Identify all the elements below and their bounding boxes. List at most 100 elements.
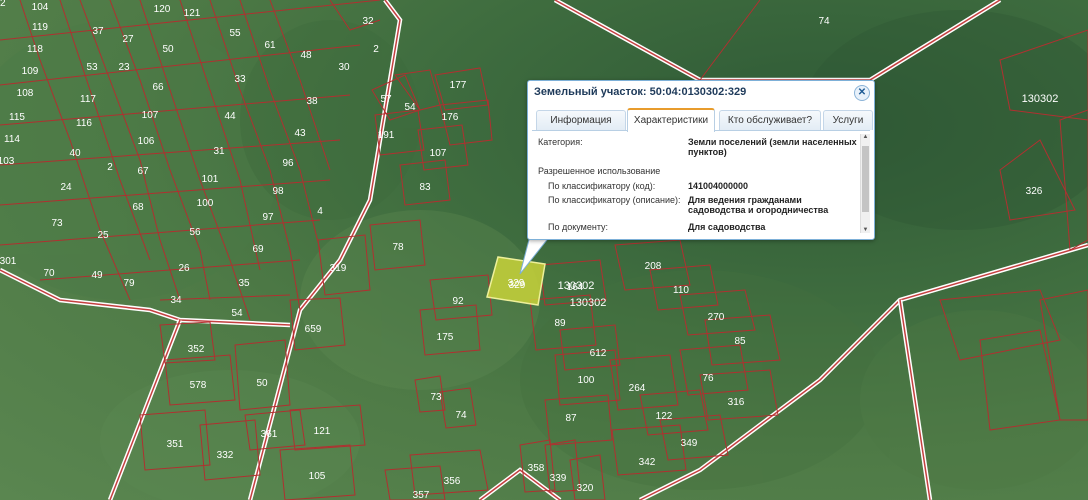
plot-number-label: 34: [170, 295, 182, 306]
plot-number-label: 105: [309, 471, 326, 482]
plot-number-label: 35: [238, 278, 250, 289]
plot-number-label: 43: [294, 128, 306, 139]
plot-number-label: 49: [91, 270, 103, 281]
plot-number-label: 74: [818, 16, 830, 27]
tab-information[interactable]: Информация: [536, 110, 626, 130]
plot-number-label: 352: [188, 344, 205, 355]
plot-number-label: 107: [142, 110, 159, 121]
plot-number-label: 109: [22, 66, 39, 77]
plot-number-label: 78: [392, 242, 404, 253]
classifier-desc-value: Для ведения гражданами садоводства и ого…: [688, 195, 829, 215]
plot-number-label: 208: [645, 261, 662, 272]
plot-number-label: 104: [32, 2, 49, 13]
plot-number-label: 270: [708, 312, 725, 323]
cadastral-quarter-label: 130302: [1022, 93, 1059, 105]
plot-number-label: 612: [590, 348, 607, 359]
popup-scrollbar[interactable]: ▲ ▼: [860, 134, 870, 233]
category-label: Категория:: [538, 137, 583, 147]
plot-number-label: 339: [550, 473, 567, 484]
classifier-code-value: 141004000000: [688, 181, 749, 191]
plot-number-label: 73: [430, 392, 442, 403]
plot-number-label: 52: [0, 0, 6, 9]
plot-number-label: 578: [190, 380, 207, 391]
selected-plot-label: 329: [508, 278, 525, 289]
plot-number-label: 50: [162, 44, 174, 55]
permitted-use-label: Разрешенное использование: [538, 166, 661, 176]
plot-number-label: 97: [262, 212, 274, 223]
plot-number-label: 33: [234, 74, 246, 85]
plot-number-label: 115: [9, 112, 25, 123]
plot-number-label: 4: [317, 206, 323, 217]
cadastral-quarter-label: 130302: [570, 297, 607, 309]
plot-number-label: 85: [734, 336, 746, 347]
plot-number-label: 92: [452, 296, 464, 307]
plot-number-label: 117: [80, 94, 96, 105]
tab-services[interactable]: Услуги: [823, 110, 873, 130]
scroll-down-icon[interactable]: ▼: [861, 227, 870, 233]
plot-number-label: 50: [256, 378, 268, 389]
plot-number-label: 73: [51, 218, 63, 229]
plot-number-label: 38: [306, 96, 318, 107]
plot-number-label: 74: [455, 410, 467, 421]
plot-number-label: 191: [378, 130, 395, 141]
plot-number-label: 118: [27, 44, 43, 55]
category-value: Земли поселений (земли населенных пункто…: [688, 137, 857, 157]
plot-number-label: 121: [314, 426, 331, 437]
plot-number-label: 32: [362, 16, 374, 27]
plot-number-label: 70: [43, 268, 55, 279]
tab-characteristics[interactable]: Характеристики: [627, 108, 715, 132]
plot-number-label: 326: [1026, 186, 1043, 197]
plot-number-label: 68: [132, 202, 144, 213]
plot-number-label: 98: [272, 186, 284, 197]
plot-number-label: 27: [122, 34, 134, 45]
plot-number-label: 358: [528, 463, 545, 474]
plot-number-label: 100: [197, 198, 214, 209]
plot-number-label: 349: [681, 438, 698, 449]
plot-number-label: 31: [213, 146, 225, 157]
plot-number-label: 301: [0, 256, 17, 267]
plot-number-label: 164: [567, 282, 584, 293]
plot-number-label: 61: [264, 40, 276, 51]
parcel-info-popup: Земельный участок: 50:04:0130302:329 ✕ И…: [527, 80, 875, 240]
plot-number-label: 107: [430, 148, 447, 159]
plot-number-label: 66: [152, 82, 164, 93]
plot-number-label: 54: [404, 102, 416, 113]
plot-number-label: 96: [282, 158, 294, 169]
plot-number-label: 177: [450, 80, 467, 91]
plot-number-label: 175: [437, 332, 454, 343]
classifier-desc-label: По классификатору (описание):: [548, 195, 681, 205]
plot-number-label: 176: [442, 112, 459, 123]
popup-pointer: [519, 236, 551, 275]
plot-number-label: 342: [639, 457, 656, 468]
close-icon[interactable]: ✕: [854, 85, 870, 101]
plot-number-label: 23: [118, 62, 130, 73]
scroll-up-icon[interactable]: ▲: [861, 134, 870, 140]
document-value: Для садоводства: [688, 222, 766, 232]
plot-number-label: 110: [673, 285, 689, 296]
plot-number-label: 106: [138, 136, 155, 147]
tab-who-serves[interactable]: Кто обслуживает?: [719, 110, 821, 130]
plot-number-label: 55: [229, 28, 241, 39]
plot-number-label: 2: [373, 44, 379, 55]
plot-number-label: 356: [444, 476, 461, 487]
plot-number-label: 320: [577, 483, 594, 494]
plot-number-label: 114: [4, 134, 20, 145]
plot-number-label: 53: [86, 62, 98, 73]
plot-number-label: 83: [419, 182, 431, 193]
plot-number-label: 120: [154, 4, 171, 15]
plot-number-label: 101: [202, 174, 219, 185]
popup-tabs: Информация Характеристики Кто обслуживае…: [532, 108, 873, 132]
plot-number-label: 24: [60, 182, 72, 193]
plot-number-label: 87: [565, 413, 577, 424]
plot-number-label: 48: [300, 50, 312, 61]
plot-number-label: 357: [413, 490, 430, 500]
plot-number-label: 103: [0, 156, 15, 167]
plot-number-label: 44: [224, 111, 236, 122]
plot-number-label: 108: [17, 88, 34, 99]
plot-number-label: 332: [217, 450, 234, 461]
plot-number-label: 54: [231, 308, 243, 319]
plot-number-label: 316: [728, 397, 745, 408]
plot-number-label: 116: [76, 118, 92, 129]
scroll-thumb[interactable]: [862, 146, 869, 212]
characteristics-panel[interactable]: Категория: Земли поселений (земли населе…: [532, 131, 870, 235]
